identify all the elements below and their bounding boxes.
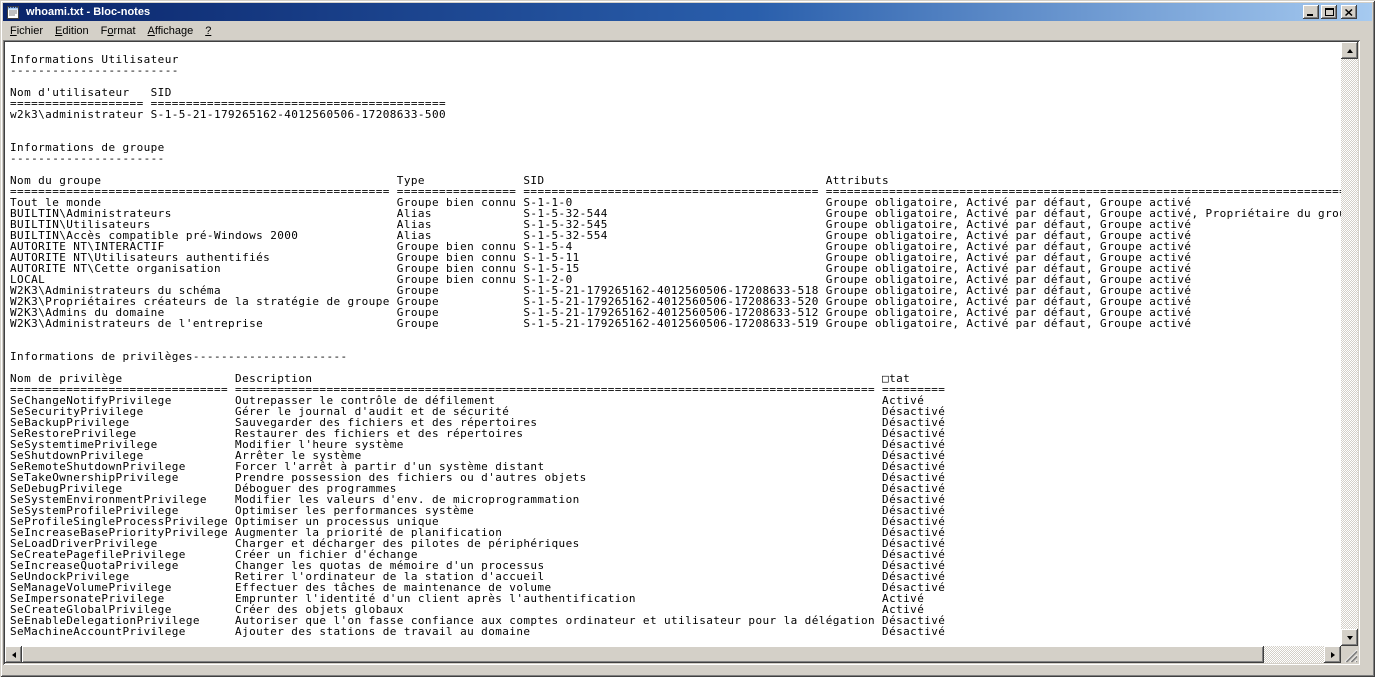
resize-grip-icon — [1341, 646, 1358, 663]
window-title: whoami.txt - Bloc-notes — [24, 6, 1300, 18]
resize-grip[interactable] — [1341, 646, 1358, 663]
arrow-left-icon — [12, 652, 16, 658]
menu-affichage[interactable]: Affichage — [142, 23, 200, 39]
arrow-right-icon — [1331, 652, 1335, 658]
horizontal-scrollbar[interactable] — [5, 646, 1341, 663]
text-editor[interactable]: Informations Utilisateur ---------------… — [5, 42, 1341, 646]
close-button[interactable] — [1341, 5, 1357, 19]
menu-edition[interactable]: Edition — [49, 23, 95, 39]
minimize-icon — [1307, 9, 1315, 16]
horizontal-scroll-track[interactable] — [1264, 646, 1324, 663]
menu-format[interactable]: Format — [95, 23, 142, 39]
horizontal-scroll-thumb[interactable] — [22, 646, 1264, 663]
window-bottom-border — [3, 665, 1372, 674]
scroll-right-button[interactable] — [1324, 646, 1341, 663]
text-content: Informations Utilisateur ---------------… — [5, 42, 1341, 637]
minimize-button[interactable] — [1303, 5, 1319, 19]
vertical-scrollbar[interactable] — [1341, 42, 1358, 646]
title-bar[interactable]: whoami.txt - Bloc-notes — [3, 3, 1372, 21]
maximize-icon — [1325, 8, 1334, 16]
arrow-down-icon — [1347, 636, 1353, 640]
maximize-button[interactable] — [1321, 5, 1337, 19]
notepad-icon — [5, 4, 21, 20]
scroll-down-button[interactable] — [1341, 629, 1358, 646]
notepad-window: whoami.txt - Bloc-notes Fichier Edition … — [0, 0, 1375, 677]
scroll-up-button[interactable] — [1341, 42, 1358, 59]
menu-fichier[interactable]: Fichier — [4, 23, 49, 39]
menu-aide[interactable]: ? — [199, 23, 217, 39]
document-frame: Informations Utilisateur ---------------… — [3, 40, 1360, 665]
vertical-scroll-track[interactable] — [1341, 59, 1358, 629]
window-controls — [1303, 5, 1357, 19]
scroll-left-button[interactable] — [5, 646, 22, 663]
menu-bar: Fichier Edition Format Affichage ? — [3, 21, 1372, 40]
arrow-up-icon — [1347, 49, 1353, 53]
close-icon — [1345, 9, 1353, 16]
